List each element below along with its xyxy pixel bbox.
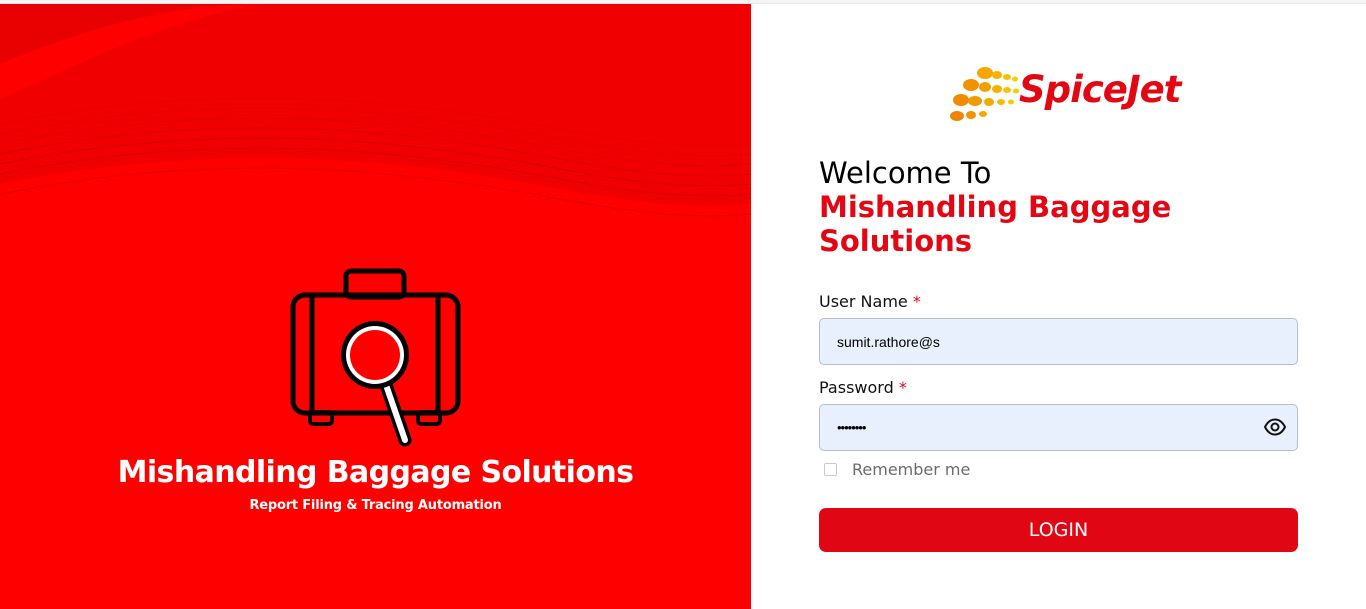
username-field-wrapper [819,318,1298,365]
wave-background [0,4,751,217]
remember-me[interactable]: Remember me [824,460,970,479]
password-field-wrapper [819,404,1298,451]
username-label-text: User Name [819,292,908,311]
spicejet-wordmark: SpiceJet [1019,68,1181,111]
hero-subtitle: Report Filing & Tracing Automation [249,498,502,513]
required-mark: * [898,378,907,397]
hero-panel: Mishandling Baggage Solutions Report Fil… [0,4,751,609]
remember-checkbox[interactable] [824,463,837,476]
suitcase-magnifier-icon [290,268,461,447]
remember-label: Remember me [852,460,971,479]
spicejet-dots-icon [950,67,1019,121]
login-button[interactable]: LOGIN [819,508,1298,552]
username-input[interactable] [820,319,1297,364]
username-label: User Name * [819,292,921,311]
required-mark: * [912,292,921,311]
login-panel: SpiceJet Welcome To Mishandling Baggage … [751,4,1366,609]
password-label-text: Password [819,378,894,397]
welcome-brand: Mishandling Baggage Solutions [819,190,1172,258]
password-input[interactable] [820,405,1297,450]
eye-icon[interactable] [1264,418,1286,436]
password-label: Password * [819,378,907,397]
spicejet-logo: SpiceJet [947,60,1181,126]
welcome-heading: Welcome To [819,156,992,190]
hero-title: Mishandling Baggage Solutions [117,455,634,490]
